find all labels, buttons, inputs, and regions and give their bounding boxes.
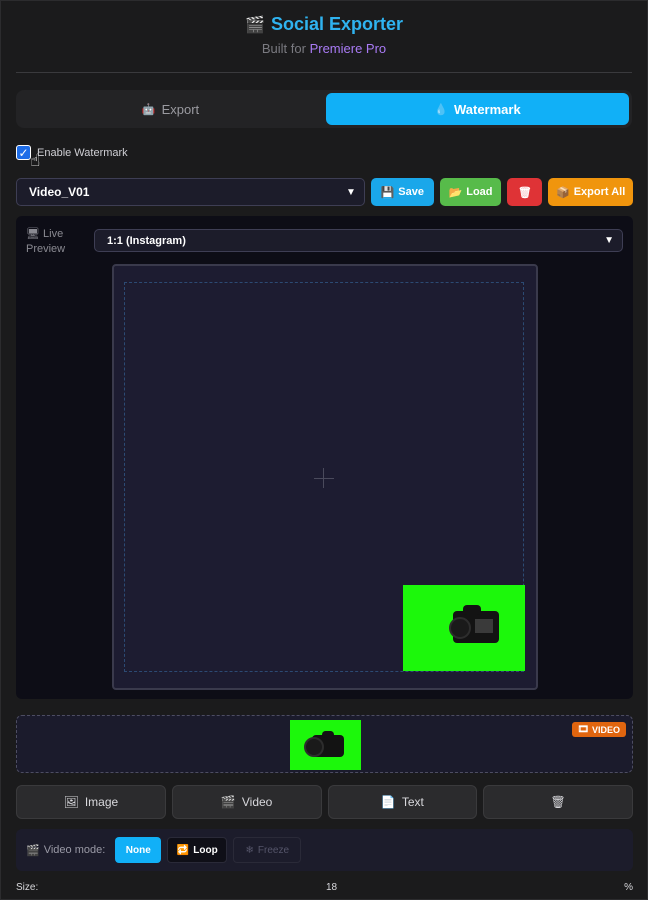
video-source-button[interactable]: 🎬 Video bbox=[171, 785, 322, 819]
trash-icon: 🗑 bbox=[550, 795, 566, 809]
enable-watermark-label[interactable]: Enable Watermark bbox=[37, 147, 128, 159]
video-source-label: Video bbox=[241, 795, 273, 809]
size-value: 18 bbox=[326, 882, 338, 893]
load-label: Load bbox=[466, 186, 493, 198]
folder-icon: 📂 bbox=[448, 186, 463, 199]
tab-watermark[interactable]: 💧 Watermark bbox=[326, 93, 629, 125]
chevron-down-icon: ▼ bbox=[345, 186, 356, 198]
video-mode-text: Video mode: bbox=[43, 844, 106, 856]
app-header: 🎬 Social Exporter Built for Premiere Pro bbox=[0, 14, 648, 56]
pointer-cursor-icon: ☝ bbox=[30, 151, 41, 170]
center-crosshair-v bbox=[323, 468, 324, 488]
package-icon: 📦 bbox=[556, 186, 570, 199]
app-title-text: Social Exporter bbox=[270, 14, 403, 34]
clapperboard-icon: 🎬 bbox=[220, 795, 236, 809]
image-source-button[interactable]: 🖼 Image bbox=[16, 785, 166, 819]
document-icon: 📄 bbox=[380, 795, 396, 809]
export-all-button[interactable]: 📦 Export All bbox=[548, 178, 633, 206]
mode-none-button[interactable]: None bbox=[115, 837, 162, 863]
tab-export[interactable]: 🤖 Export bbox=[19, 93, 322, 125]
watermark-overlay[interactable] bbox=[403, 585, 525, 671]
mode-loop-button[interactable]: 🔁 Loop bbox=[167, 837, 228, 863]
trash-icon: 🗑 bbox=[517, 186, 532, 199]
camera-thumbnail-image bbox=[304, 729, 348, 761]
mode-freeze-button[interactable]: ❄ Freeze bbox=[233, 837, 302, 863]
save-preset-button[interactable]: 💾 Save bbox=[370, 178, 434, 206]
badge-text: VIDEO bbox=[591, 724, 620, 735]
delete-preset-button[interactable]: 🗑 bbox=[507, 178, 543, 206]
text-source-button[interactable]: 📄 Text bbox=[327, 785, 478, 819]
tab-export-label: Export bbox=[161, 101, 200, 117]
tab-watermark-label: Watermark bbox=[453, 101, 521, 117]
video-mode-label: 🎬 Video mode: bbox=[26, 844, 105, 857]
source-dropzone[interactable]: 🎞 VIDEO bbox=[16, 715, 633, 773]
aspect-ratio-value: 1:1 (Instagram) bbox=[107, 234, 186, 247]
subtitle-prefix: Built for bbox=[261, 41, 306, 56]
clapperboard-icon: 🎬 bbox=[245, 16, 265, 34]
size-row: Size: 18 % bbox=[16, 882, 633, 893]
export-all-label: Export All bbox=[573, 186, 626, 198]
preset-toolbar: Video_V01 ▼ 💾 Save 📂 Load 🗑 📦 Export All bbox=[16, 178, 633, 206]
droplet-icon: 💧 bbox=[434, 103, 448, 116]
size-unit: % bbox=[624, 882, 633, 893]
subtitle-highlight: Premiere Pro bbox=[309, 41, 387, 56]
app-subtitle: Built for Premiere Pro bbox=[0, 41, 648, 56]
preset-select-value: Video_V01 bbox=[29, 185, 90, 199]
main-tabs: 🤖 Export 💧 Watermark bbox=[16, 90, 632, 128]
preview-canvas[interactable] bbox=[112, 264, 538, 690]
center-crosshair-h bbox=[314, 478, 334, 479]
chevron-down-icon: ▼ bbox=[604, 235, 614, 246]
film-icon: 🎞 bbox=[577, 724, 589, 734]
text-source-label: Text bbox=[401, 795, 424, 809]
loop-icon: 🔁 bbox=[176, 844, 190, 856]
camera-image bbox=[449, 603, 503, 647]
image-icon: 🖼 bbox=[63, 795, 79, 809]
mode-loop-label: Loop bbox=[193, 844, 218, 856]
live-preview-label: 🖥 Live Preview bbox=[26, 227, 76, 257]
live-preview-panel: 🖥 Live Preview 1:1 (Instagram) ▼ bbox=[16, 216, 633, 699]
preset-select[interactable]: Video_V01 ▼ bbox=[16, 178, 365, 206]
clapperboard-icon: 🎬 bbox=[26, 844, 40, 857]
header-divider bbox=[16, 72, 632, 73]
app-title: 🎬 Social Exporter bbox=[245, 14, 403, 35]
source-type-buttons: 🖼 Image 🎬 Video 📄 Text 🗑 bbox=[16, 785, 633, 819]
size-label: Size: bbox=[16, 882, 39, 893]
enable-watermark-checkbox[interactable]: ✓ bbox=[16, 145, 31, 160]
robot-icon: 🤖 bbox=[141, 103, 156, 116]
media-type-badge: 🎞 VIDEO bbox=[571, 722, 626, 737]
source-thumbnail bbox=[290, 720, 361, 770]
mode-none-label: None bbox=[125, 844, 151, 856]
video-mode-row: 🎬 Video mode: None 🔁 Loop ❄ Freeze bbox=[16, 829, 633, 871]
aspect-ratio-select[interactable]: 1:1 (Instagram) ▼ bbox=[94, 229, 623, 252]
freeze-icon: ❄ bbox=[245, 844, 254, 856]
floppy-disk-icon: 💾 bbox=[380, 186, 395, 199]
save-label: Save bbox=[398, 186, 424, 198]
load-preset-button[interactable]: 📂 Load bbox=[439, 178, 502, 206]
clear-source-button[interactable]: 🗑 bbox=[483, 785, 633, 819]
mode-freeze-label: Freeze bbox=[257, 844, 290, 856]
monitor-icon: 🖥 bbox=[26, 228, 40, 240]
image-source-label: Image bbox=[84, 795, 119, 809]
